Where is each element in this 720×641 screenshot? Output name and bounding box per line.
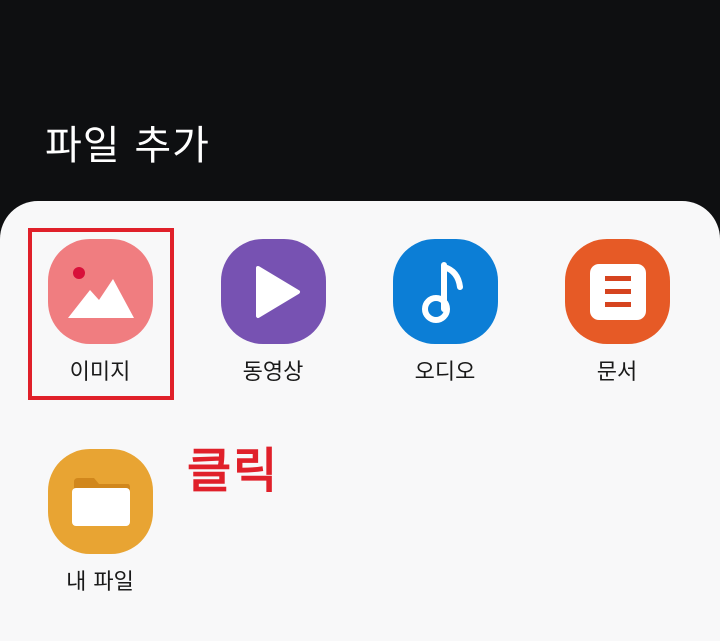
- my-files-option[interactable]: 내 파일: [15, 411, 185, 601]
- document-icon: [565, 239, 670, 344]
- add-image-option[interactable]: 이미지: [15, 201, 185, 391]
- click-annotation: 클릭: [187, 443, 280, 499]
- image-icon: [48, 239, 153, 344]
- add-document-label: 문서: [596, 360, 638, 385]
- add-document-option[interactable]: 문서: [532, 201, 702, 391]
- add-image-label: 이미지: [69, 360, 131, 385]
- add-audio-label: 오디오: [414, 360, 476, 385]
- add-video-label: 동영상: [242, 360, 304, 385]
- folder-icon: [48, 449, 153, 554]
- my-files-label: 내 파일: [66, 570, 134, 595]
- add-video-option[interactable]: 동영상: [188, 201, 358, 391]
- video-play-icon: [221, 239, 326, 344]
- music-note-icon: [393, 239, 498, 344]
- page-title: 파일 추가: [45, 123, 210, 169]
- add-audio-option[interactable]: 오디오: [360, 201, 530, 391]
